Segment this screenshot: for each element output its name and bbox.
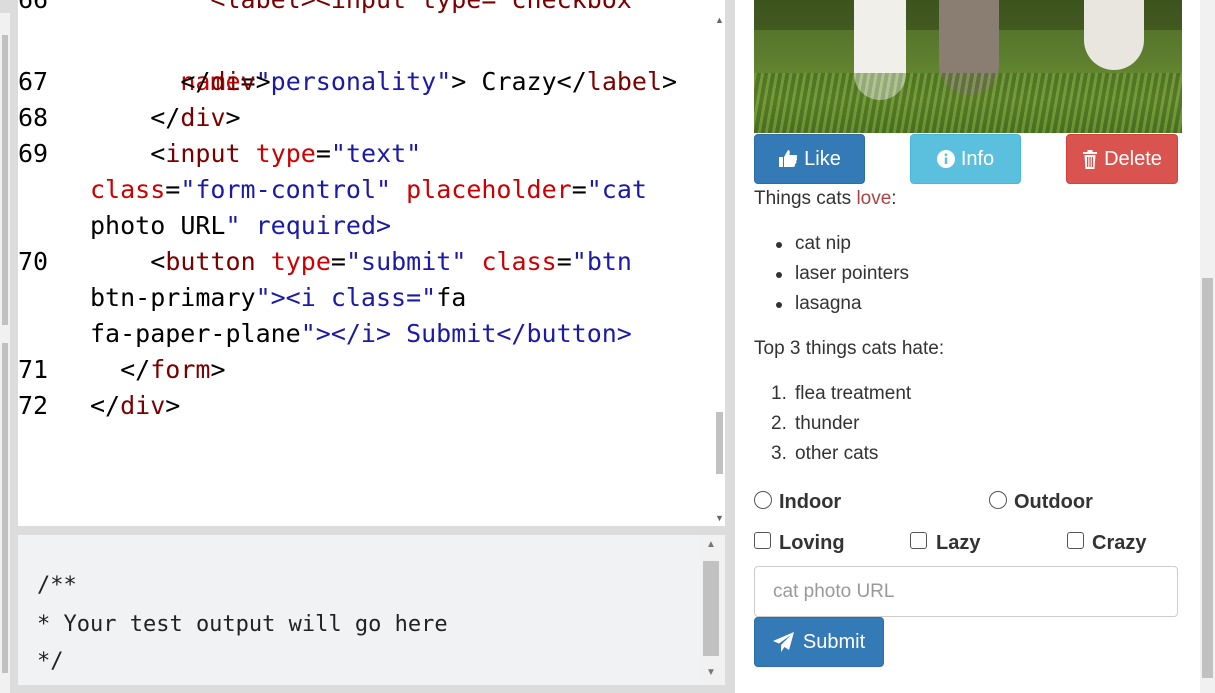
list-number: 2. bbox=[771, 413, 787, 434]
code-editor[interactable]: 66 <label><input type="checkbox" name="p… bbox=[18, 0, 725, 526]
line-number: 70 bbox=[18, 247, 49, 276]
scroll-down-arrow-icon[interactable]: ▼ bbox=[715, 513, 724, 523]
code-text: class="form-control" placeholder="cat bbox=[90, 175, 647, 204]
love-item: laser pointers bbox=[795, 263, 910, 284]
line-number: 66 bbox=[18, 0, 90, 18]
hate-item: flea treatment bbox=[795, 383, 912, 404]
crazy-label[interactable]: Crazy bbox=[1092, 532, 1146, 555]
code-scrollbar[interactable]: ▲ ▼ bbox=[714, 13, 725, 526]
right-scrollbar[interactable] bbox=[1200, 13, 1215, 693]
output-line: /** bbox=[37, 573, 77, 598]
line-number: 72 bbox=[18, 391, 49, 420]
indoor-label[interactable]: Indoor bbox=[779, 491, 841, 514]
loving-label[interactable]: Loving bbox=[779, 532, 845, 555]
left-scrollbar[interactable] bbox=[0, 13, 10, 693]
code-line-70-wrap-1[interactable]: btn-primary"><i class="fa bbox=[18, 280, 708, 316]
like-label: Like bbox=[804, 147, 841, 170]
code-text: photo URL" required> bbox=[90, 211, 392, 240]
grass bbox=[754, 73, 1182, 133]
cat-photo[interactable] bbox=[754, 0, 1182, 133]
url-placeholder: cat photo URL bbox=[773, 580, 895, 602]
like-button[interactable]: Like bbox=[754, 134, 865, 184]
output-line: */ bbox=[37, 649, 64, 674]
line-number: 71 bbox=[18, 355, 49, 384]
line-number: 68 bbox=[18, 103, 49, 132]
code-text: </div> bbox=[150, 103, 241, 132]
code-text: <label><input type="checkbox" bbox=[90, 0, 647, 14]
submit-label: Submit bbox=[802, 630, 866, 653]
love-prefix: Things cats bbox=[754, 188, 857, 209]
lazy-label[interactable]: Lazy bbox=[936, 532, 980, 555]
code-text: </div> bbox=[180, 67, 271, 96]
crazy-checkbox[interactable] bbox=[1067, 532, 1084, 549]
love-suffix: : bbox=[891, 188, 897, 209]
love-item: cat nip bbox=[795, 233, 851, 254]
code-text: <button type="submit" class="btn bbox=[150, 247, 632, 276]
code-line-69-wrap-2[interactable]: photo URL" required> bbox=[18, 208, 708, 244]
code-line-69[interactable]: 69 <input type="text" bbox=[18, 136, 708, 172]
left-scrollbar-thumb[interactable] bbox=[2, 35, 8, 325]
outdoor-radio[interactable] bbox=[989, 491, 1007, 509]
test-output-panel: /** * Your test output will go here */ bbox=[18, 535, 725, 685]
list-number: 3. bbox=[771, 443, 787, 464]
code-line-66[interactable]: 66 <label><input type="checkbox" bbox=[18, 0, 708, 18]
info-label: Info bbox=[960, 147, 995, 170]
paper-plane-icon bbox=[772, 632, 794, 652]
delete-label: Delete bbox=[1104, 147, 1162, 170]
right-scrollbar-thumb[interactable] bbox=[1202, 278, 1213, 678]
code-text: fa-paper-plane"></i> Submit</button> bbox=[90, 319, 632, 348]
editor-panel: 66 <label><input type="checkbox" name="p… bbox=[0, 0, 731, 693]
output-scrollbar[interactable]: ▲ ▼ bbox=[700, 535, 722, 685]
line-number: 69 bbox=[18, 139, 49, 168]
love-word: love bbox=[856, 188, 892, 209]
info-button[interactable]: Info bbox=[910, 134, 1021, 184]
code-scrollbar-thumb[interactable] bbox=[716, 412, 723, 474]
code-line-68[interactable]: 68 </div> bbox=[18, 100, 708, 136]
hate-heading: Top 3 things cats hate: bbox=[754, 338, 945, 359]
cat-photo-url-input[interactable]: cat photo URL bbox=[754, 566, 1178, 617]
delete-button[interactable]: Delete bbox=[1066, 134, 1178, 184]
code-line-70[interactable]: 70 <button type="submit" class="btn bbox=[18, 244, 708, 280]
output-line: * Your test output will go here bbox=[37, 612, 448, 637]
trash-icon bbox=[1083, 149, 1098, 169]
love-item: lasagna bbox=[795, 293, 862, 314]
preview-panel: Like Info Delete Things cats love: cat n… bbox=[731, 0, 1200, 693]
scroll-up-arrow-icon[interactable]: ▲ bbox=[715, 15, 724, 25]
scroll-down-arrow-icon[interactable]: ▼ bbox=[706, 667, 716, 678]
love-heading: Things cats love: bbox=[754, 188, 897, 210]
code-line-69-wrap-1[interactable]: class="form-control" placeholder="cat bbox=[18, 172, 708, 208]
code-line-71[interactable]: 71 </form> bbox=[18, 352, 708, 388]
line-number: 67 bbox=[18, 67, 49, 96]
code-line-67[interactable]: 67 </div> bbox=[18, 64, 708, 100]
info-circle-icon bbox=[936, 150, 955, 168]
loving-checkbox[interactable] bbox=[754, 532, 771, 549]
code-line-70-wrap-2[interactable]: fa-paper-plane"></i> Submit</button> bbox=[18, 316, 708, 352]
thumbs-up-icon bbox=[779, 150, 798, 167]
code-text: </div> bbox=[90, 391, 181, 420]
code-text: btn-primary"><i class="fa bbox=[90, 283, 467, 312]
hate-item: other cats bbox=[795, 443, 879, 464]
indoor-radio[interactable] bbox=[754, 491, 772, 509]
lazy-checkbox[interactable] bbox=[910, 532, 927, 549]
outdoor-label[interactable]: Outdoor bbox=[1014, 491, 1093, 514]
submit-button[interactable]: Submit bbox=[754, 617, 884, 667]
code-text: </form> bbox=[120, 355, 226, 384]
bullet bbox=[776, 302, 782, 308]
list-number: 1. bbox=[771, 383, 787, 404]
hate-item: thunder bbox=[795, 413, 860, 434]
output-scrollbar-thumb[interactable] bbox=[703, 561, 719, 656]
code-text: <input type="text" bbox=[150, 139, 422, 168]
bullet bbox=[776, 272, 782, 278]
scroll-up-arrow-icon[interactable]: ▲ bbox=[706, 539, 716, 550]
bullet bbox=[776, 242, 782, 248]
left-scrollbar-thumb-lower[interactable] bbox=[2, 343, 8, 673]
cat-paw bbox=[1084, 0, 1144, 70]
code-line-72[interactable]: 72 </div> bbox=[18, 388, 708, 424]
